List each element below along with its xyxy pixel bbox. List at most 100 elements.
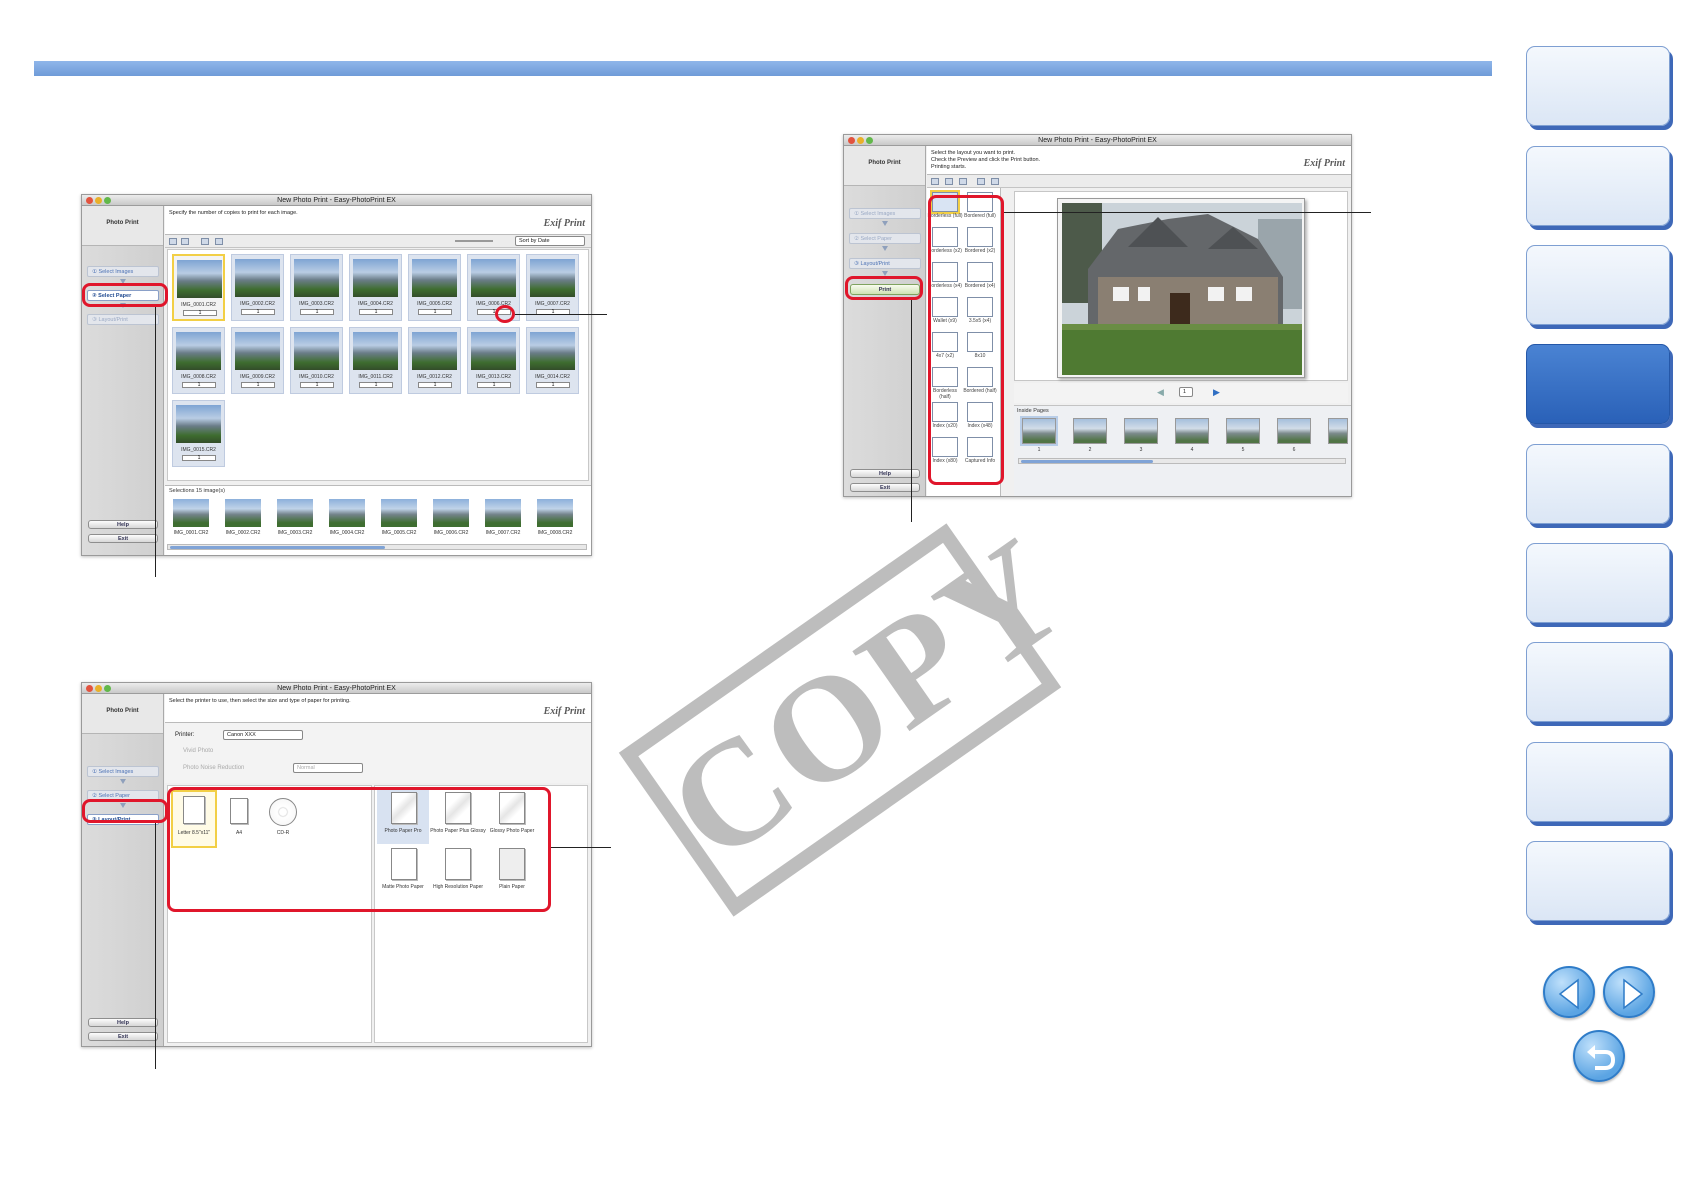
minimize-window-button[interactable]	[95, 197, 102, 204]
page-number[interactable]: 1	[1179, 387, 1193, 397]
copies-stepper[interactable]: 1	[536, 382, 570, 388]
help-button[interactable]: Help	[850, 469, 920, 478]
copies-stepper[interactable]: 1	[241, 309, 275, 315]
image-thumbnail[interactable]: IMG_0007.CR2 1	[526, 254, 579, 321]
selected-image-thumb[interactable]	[433, 499, 469, 527]
side-tab-2[interactable]	[1526, 146, 1670, 226]
selected-image-name: IMG_0004.CR2	[329, 530, 365, 536]
side-tab-9[interactable]	[1526, 841, 1670, 921]
date-icon[interactable]	[977, 178, 985, 185]
selected-image-thumb[interactable]	[277, 499, 313, 527]
correct-icon[interactable]	[201, 238, 209, 245]
step-select-images[interactable]: ① Select Images	[87, 266, 159, 277]
side-tab-4-active[interactable]	[1526, 344, 1670, 424]
printer-select[interactable]: Canon XXX	[223, 730, 303, 740]
sort-select[interactable]: Sort by Date	[515, 236, 585, 246]
selected-image-thumb[interactable]	[485, 499, 521, 527]
selected-image-thumb[interactable]	[381, 499, 417, 527]
close-window-button[interactable]	[86, 685, 93, 692]
image-thumbnail[interactable]: IMG_0004.CR2 1	[349, 254, 402, 321]
vivid-photo-checkbox[interactable]: Vivid Photo	[183, 748, 213, 754]
inside-page-thumb[interactable]	[1020, 416, 1058, 446]
title-bar: New Photo Print - Easy-PhotoPrint EX	[844, 135, 1351, 146]
inside-page-thumb[interactable]	[1124, 418, 1158, 444]
image-thumbnail[interactable]: IMG_0011.CR2 1	[349, 327, 402, 394]
copies-stepper[interactable]: 1	[418, 382, 452, 388]
inside-page-thumb[interactable]	[1328, 418, 1348, 444]
zoom-window-button[interactable]	[866, 137, 873, 144]
strip-scrollbar[interactable]	[167, 544, 587, 550]
prev-page-arrow[interactable]: ◀	[1157, 387, 1164, 398]
callout-line	[515, 314, 607, 315]
selected-image-thumb[interactable]	[329, 499, 365, 527]
copies-stepper[interactable]: 1	[418, 309, 452, 315]
image-thumbnail[interactable]: IMG_0015.CR2 1	[172, 400, 225, 467]
image-thumbnail[interactable]: IMG_0012.CR2 1	[408, 327, 461, 394]
exit-button[interactable]: Exit	[88, 534, 158, 543]
copies-stepper[interactable]: 1	[359, 309, 393, 315]
copies-stepper[interactable]: 1	[182, 455, 216, 461]
image-thumbnail[interactable]: IMG_0009.CR2 1	[231, 327, 284, 394]
zoom-window-button[interactable]	[104, 685, 111, 692]
side-tab-1[interactable]	[1526, 46, 1670, 126]
side-tab-8[interactable]	[1526, 742, 1670, 822]
noise-level-select[interactable]: Normal	[293, 763, 363, 773]
step-layout-print[interactable]: ③ Layout/Print	[87, 314, 159, 325]
copies-stepper[interactable]: 1	[300, 309, 334, 315]
exit-button[interactable]: Exit	[88, 1032, 158, 1041]
step-layout-print[interactable]: ③ Layout/Print	[849, 258, 921, 269]
image-thumbnail[interactable]: IMG_0002.CR2 1	[231, 254, 284, 321]
image-edit-icon[interactable]	[215, 238, 223, 245]
previous-page-button[interactable]	[1543, 966, 1595, 1018]
step-select-images[interactable]: ① Select Images	[87, 766, 159, 777]
side-tab-3[interactable]	[1526, 245, 1670, 325]
copies-stepper[interactable]: 1	[241, 382, 275, 388]
image-thumbnail[interactable]: IMG_0003.CR2 1	[290, 254, 343, 321]
step-select-images[interactable]: ① Select Images	[849, 208, 921, 219]
inside-page-thumb[interactable]	[1277, 418, 1311, 444]
side-tab-7[interactable]	[1526, 642, 1670, 722]
copies-stepper[interactable]: 1	[359, 382, 393, 388]
copy-icon[interactable]	[945, 178, 953, 185]
inside-page-thumb[interactable]	[1226, 418, 1260, 444]
next-page-arrow[interactable]: ▶	[1213, 387, 1220, 398]
minimize-window-button[interactable]	[857, 137, 864, 144]
correct-icon[interactable]	[991, 178, 999, 185]
copies-stepper[interactable]: 1	[300, 382, 334, 388]
inside-page-thumb[interactable]	[1073, 418, 1107, 444]
copies-stepper[interactable]: 1	[477, 382, 511, 388]
return-button[interactable]	[1573, 1030, 1625, 1082]
image-thumbnail[interactable]: IMG_0005.CR2 1	[408, 254, 461, 321]
zoom-slider[interactable]	[455, 240, 493, 242]
selected-image-thumb[interactable]	[537, 499, 573, 527]
close-window-button[interactable]	[86, 197, 93, 204]
image-thumbnail[interactable]: IMG_0014.CR2 1	[526, 327, 579, 394]
view-list-icon[interactable]	[169, 238, 177, 245]
side-tab-5[interactable]	[1526, 444, 1670, 524]
rotate-icon[interactable]	[931, 178, 939, 185]
side-tab-6[interactable]	[1526, 543, 1670, 623]
copies-stepper[interactable]: 1	[182, 382, 216, 388]
view-grid-icon[interactable]	[181, 238, 189, 245]
noise-reduction-checkbox[interactable]: Photo Noise Reduction	[183, 765, 244, 771]
copies-stepper[interactable]: 1	[183, 310, 217, 316]
close-window-button[interactable]	[848, 137, 855, 144]
image-thumbnail[interactable]: IMG_0008.CR2 1	[172, 327, 225, 394]
title-bar: New Photo Print - Easy-PhotoPrint EX	[82, 683, 591, 694]
trim-icon[interactable]	[959, 178, 967, 185]
help-button[interactable]: Help	[88, 1018, 158, 1027]
image-thumbnail[interactable]: IMG_0001.CR2 1	[172, 254, 225, 321]
image-thumbnail[interactable]: IMG_0013.CR2 1	[467, 327, 520, 394]
pages-scrollbar[interactable]	[1018, 458, 1346, 464]
manual-page: COPY New Photo Print - Easy-PhotoPrint E…	[0, 0, 1682, 1190]
help-button[interactable]: Help	[88, 520, 158, 529]
inside-page-thumb[interactable]	[1175, 418, 1209, 444]
zoom-window-button[interactable]	[104, 197, 111, 204]
exit-button[interactable]: Exit	[850, 483, 920, 492]
selected-image-thumb[interactable]	[225, 499, 261, 527]
selected-image-thumb[interactable]	[173, 499, 209, 527]
step-select-paper[interactable]: ② Select Paper	[849, 233, 921, 244]
image-thumbnail[interactable]: IMG_0010.CR2 1	[290, 327, 343, 394]
minimize-window-button[interactable]	[95, 685, 102, 692]
next-page-button[interactable]	[1603, 966, 1655, 1018]
